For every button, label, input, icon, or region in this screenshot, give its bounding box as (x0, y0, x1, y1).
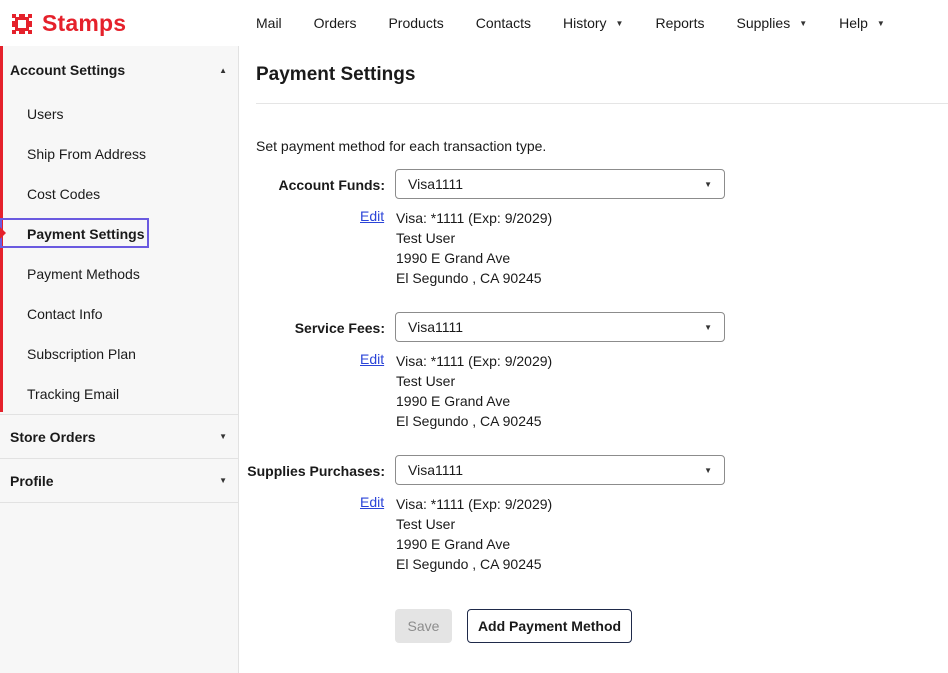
sidebar-group-header-store-orders[interactable]: Store Orders ▼ (0, 414, 238, 458)
payment-method-details: Visa: *1111 (Exp: 9/2029) Test User 1990… (396, 351, 552, 431)
billing-city: El Segundo , CA 90245 (396, 556, 542, 572)
stamps-logo[interactable]: Stamps (10, 10, 126, 37)
sidebar-item-payment-settings[interactable]: Payment Settings (0, 214, 238, 254)
nav-label: Supplies (736, 15, 791, 31)
chevron-down-icon: ▼ (219, 476, 227, 485)
payment-method-details: Visa: *1111 (Exp: 9/2029) Test User 1990… (396, 494, 552, 574)
save-button[interactable]: Save (395, 609, 452, 643)
sidebar-item-subscription-plan[interactable]: Subscription Plan (0, 334, 238, 374)
active-arrow-icon (0, 227, 6, 239)
page-title: Payment Settings (256, 46, 948, 104)
sidebar-item-label: Cost Codes (27, 186, 101, 202)
nav-item-reports[interactable]: Reports (655, 15, 704, 31)
chevron-down-icon: ▼ (704, 179, 712, 189)
card-summary: Visa: *1111 (Exp: 9/2029) (396, 353, 553, 369)
nav-label: Help (839, 15, 868, 31)
billing-street: 1990 E Grand Ave (396, 250, 511, 266)
add-payment-method-button[interactable]: Add Payment Method (467, 609, 632, 643)
nav-item-mail[interactable]: Mail (256, 15, 282, 31)
sidebar-item-label: Subscription Plan (27, 346, 136, 362)
billing-city: El Segundo , CA 90245 (396, 270, 542, 286)
stamp-logo-icon (10, 12, 34, 36)
sidebar-item-ship-from-address[interactable]: Ship From Address (0, 134, 238, 174)
sidebar-group-header-profile[interactable]: Profile ▼ (0, 458, 238, 502)
main-content: Payment Settings Set payment method for … (247, 46, 948, 643)
billing-street: 1990 E Grand Ave (396, 536, 511, 552)
service-fees-select[interactable]: Visa1111 ▼ (395, 312, 725, 342)
nav-item-contacts[interactable]: Contacts (476, 15, 531, 31)
supplies-purchases-select[interactable]: Visa1111 ▼ (395, 455, 725, 485)
nav-label: Orders (313, 15, 357, 31)
nav-label: Reports (655, 15, 705, 31)
payment-type-label: Supplies Purchases: (247, 463, 385, 479)
nav-label: Mail (256, 15, 282, 31)
select-value: Visa1111 (408, 176, 464, 192)
select-value: Visa1111 (408, 319, 464, 335)
cardholder-name: Test User (396, 230, 456, 246)
select-value: Visa1111 (408, 462, 464, 478)
chevron-down-icon: ▼ (615, 18, 624, 28)
payment-method-details: Visa: *1111 (Exp: 9/2029) Test User 1990… (396, 208, 552, 288)
nav-item-help[interactable]: Help ▼ (839, 15, 885, 31)
card-summary: Visa: *1111 (Exp: 9/2029) (396, 496, 553, 512)
edit-link[interactable]: Edit (360, 494, 384, 510)
chevron-down-icon: ▼ (704, 322, 712, 332)
chevron-down-icon: ▼ (219, 432, 227, 441)
sidebar-item-cost-codes[interactable]: Cost Codes (0, 174, 238, 214)
edit-link[interactable]: Edit (360, 351, 384, 367)
sidebar-group-label: Profile (10, 472, 54, 489)
payment-type-label: Service Fees: (294, 320, 385, 336)
nav-label: Products (388, 15, 444, 31)
nav-item-supplies[interactable]: Supplies ▼ (736, 15, 807, 31)
nav-item-history[interactable]: History ▼ (563, 15, 623, 31)
sidebar-item-tracking-email[interactable]: Tracking Email (0, 374, 238, 414)
sidebar-item-contact-info[interactable]: Contact Info (0, 294, 238, 334)
sidebar-item-label: Users (27, 106, 64, 122)
sidebar-item-label: Payment Methods (27, 266, 140, 282)
sidebar-item-payment-methods[interactable]: Payment Methods (0, 254, 238, 294)
nav-item-products[interactable]: Products (388, 15, 443, 31)
sidebar-group-label: Account Settings (10, 62, 126, 78)
sidebar-item-users[interactable]: Users (0, 94, 238, 134)
chevron-down-icon: ▼ (704, 465, 712, 475)
sidebar-item-label: Tracking Email (27, 386, 120, 402)
chevron-down-icon: ▼ (876, 18, 885, 28)
sidebar-item-label: Ship From Address (27, 146, 147, 162)
chevron-down-icon: ▼ (799, 18, 808, 28)
nav-item-orders[interactable]: Orders (314, 15, 357, 31)
nav-label: History (562, 15, 607, 31)
chevron-up-icon: ▲ (219, 65, 227, 75)
card-summary: Visa: *1111 (Exp: 9/2029) (396, 210, 553, 226)
intro-text: Set payment method for each transaction … (256, 138, 547, 154)
sidebar-group-account-settings: Account Settings ▲ Users Ship From Addre… (0, 46, 238, 414)
billing-city: El Segundo , CA 90245 (396, 413, 542, 429)
brand-name: Stamps (42, 10, 127, 36)
account-funds-select[interactable]: Visa1111 ▼ (395, 169, 725, 199)
cardholder-name: Test User (396, 373, 456, 389)
billing-street: 1990 E Grand Ave (396, 393, 511, 409)
main-nav: Mail Orders Products Contacts History ▼ R… (256, 0, 885, 46)
sidebar-item-label: Contact Info (27, 306, 103, 322)
settings-sidebar: Account Settings ▲ Users Ship From Addre… (0, 46, 239, 673)
cardholder-name: Test User (396, 516, 456, 532)
sidebar-group-header-account-settings[interactable]: Account Settings ▲ (0, 46, 238, 94)
payment-type-label: Account Funds: (278, 177, 385, 193)
top-header: Stamps Mail Orders Products Contacts His… (0, 0, 948, 46)
sidebar-divider (0, 502, 238, 503)
sidebar-group-label: Store Orders (10, 428, 96, 445)
sidebar-item-label: Payment Settings (27, 226, 145, 242)
edit-link[interactable]: Edit (360, 208, 384, 224)
nav-label: Contacts (475, 15, 531, 31)
